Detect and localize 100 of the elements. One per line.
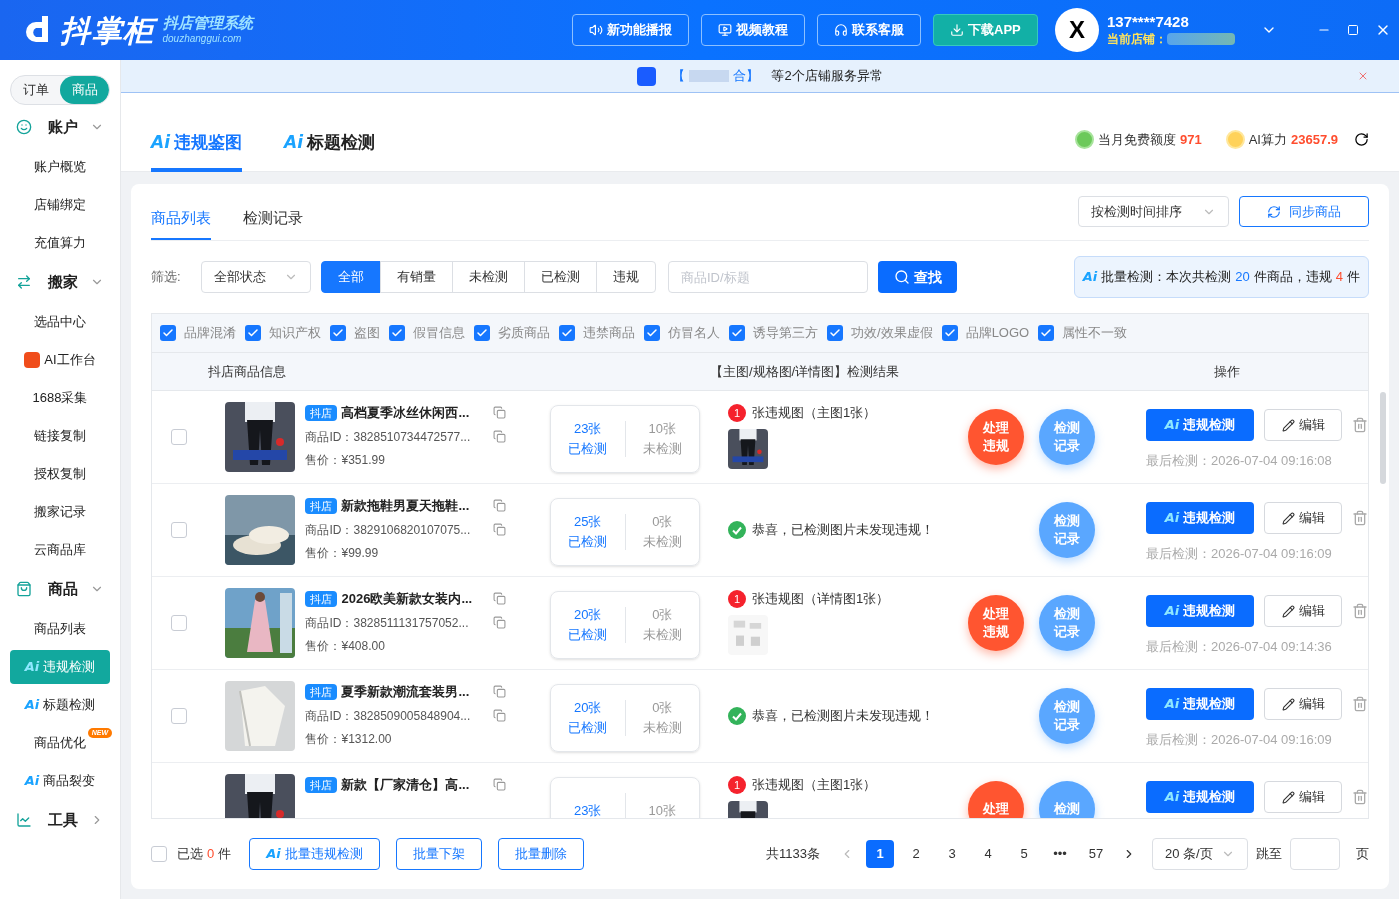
product-price: 售价：¥99.99 (305, 544, 380, 562)
checkbox[interactable] (1038, 325, 1055, 341)
edit-button[interactable]: 编辑 (1264, 781, 1342, 813)
checkbox[interactable] (827, 325, 843, 341)
checkbox[interactable] (729, 325, 745, 341)
copy-icon[interactable] (493, 616, 506, 629)
violation-check-button[interactable]: Ai 违规检测 (1146, 502, 1254, 534)
product-title[interactable]: 高档夏季冰丝休闲西... (341, 403, 470, 423)
sidebar-item[interactable]: AI工作台 (10, 343, 110, 377)
checkbox[interactable] (389, 325, 405, 341)
refresh-icon[interactable] (1354, 132, 1369, 148)
filter-segment[interactable]: 全部 (321, 261, 381, 293)
filter-segment[interactable]: 有销量 (380, 261, 453, 293)
search-button[interactable]: 查找 (878, 261, 957, 293)
product-title[interactable]: 夏季新款潮流套装男... (341, 682, 470, 702)
sidebar-item[interactable]: 充值算力 (10, 226, 110, 260)
page-button[interactable]: ••• (1046, 840, 1074, 868)
search-field[interactable]: 商品ID/标题 (668, 261, 868, 293)
page-button[interactable]: 3 (938, 840, 966, 868)
filter-segment[interactable]: 未检测 (452, 261, 525, 293)
notice-bracket[interactable]: 【 (672, 66, 686, 86)
page-button[interactable]: 1 (866, 840, 894, 868)
copy-icon[interactable] (493, 523, 506, 536)
sidebar-group[interactable]: 账户 (0, 108, 120, 146)
edit-button[interactable]: 编辑 (1264, 502, 1342, 534)
page-button[interactable]: 4 (974, 840, 1002, 868)
sidebar-group[interactable]: 商品 (0, 570, 120, 608)
sync-button[interactable]: 同步商品 (1239, 196, 1369, 227)
copy-icon[interactable] (493, 685, 506, 699)
checkbox[interactable] (559, 325, 575, 341)
sidebar-group[interactable]: 工具 (0, 801, 120, 839)
filter-segment[interactable]: 违规 (596, 261, 656, 293)
sidebar-item[interactable]: Ai 商品裂变 (10, 764, 110, 798)
page-button[interactable]: 5 (1010, 840, 1038, 868)
checkbox[interactable] (644, 325, 660, 341)
delete-icon[interactable] (1352, 417, 1368, 433)
checkbox[interactable] (170, 429, 187, 445)
copy-icon[interactable] (493, 709, 506, 722)
page-size-select[interactable]: 20 条/页 (1152, 838, 1248, 870)
checkbox[interactable] (245, 325, 261, 341)
delete-icon[interactable] (1352, 696, 1368, 712)
status-select[interactable]: 全部状态 (201, 261, 311, 293)
violation-check-button[interactable]: Ai 违规检测 (1146, 781, 1254, 813)
avatar[interactable]: X (1055, 8, 1099, 52)
sub-tab[interactable]: 检测记录 (243, 198, 303, 240)
edit-button[interactable]: 编辑 (1264, 409, 1342, 441)
copy-icon[interactable] (493, 499, 506, 513)
scrollbar[interactable] (1380, 392, 1386, 484)
product-title[interactable]: 新款【厂家清仓】高... (341, 775, 470, 795)
top-tab[interactable]: Ai 违规鉴图 (151, 118, 242, 172)
checkbox[interactable] (151, 846, 167, 862)
batch-button[interactable]: 批量删除 (497, 838, 584, 870)
sort-select[interactable]: 按检测时间排序 (1078, 196, 1229, 227)
edit-button[interactable]: 编辑 (1264, 595, 1342, 627)
page-jump-field[interactable] (1290, 838, 1340, 870)
sidebar-group[interactable]: 搬家 (0, 263, 120, 301)
header-button[interactable]: 视频教程 (701, 14, 805, 46)
checkbox[interactable] (330, 325, 346, 341)
checkbox[interactable] (170, 522, 187, 538)
header-button[interactable]: 联系客服 (817, 14, 921, 46)
filter-segment[interactable]: 已检测 (524, 261, 597, 293)
notice-shop-name[interactable]: 合】 (733, 66, 760, 86)
checkbox[interactable] (474, 325, 490, 341)
violation-check-button[interactable]: Ai 违规检测 (1146, 688, 1254, 720)
copy-icon[interactable] (493, 778, 506, 792)
violation-check-button[interactable]: Ai 违规检测 (1146, 409, 1254, 441)
top-tab[interactable]: Ai 标题检测 (284, 118, 375, 172)
close-icon[interactable] (1357, 70, 1369, 82)
sidebar-item[interactable]: 1688采集 (10, 381, 110, 415)
sidebar-item[interactable]: 商品列表 (10, 612, 110, 646)
sidebar-item[interactable]: 云商品库 (10, 533, 110, 567)
batch-button[interactable]: 批量下架 (395, 838, 482, 870)
delete-icon[interactable] (1352, 603, 1368, 619)
batch-button[interactable]: Ai 批量违规检测 (249, 838, 380, 870)
delete-icon[interactable] (1352, 789, 1368, 805)
checkbox[interactable] (941, 325, 958, 341)
page-button[interactable]: 57 (1082, 840, 1110, 868)
mode-tab[interactable]: 订单 (11, 76, 60, 104)
header-button[interactable]: 新功能播报 (572, 14, 689, 46)
sidebar-item[interactable]: 搬家记录 (10, 495, 110, 529)
product-title[interactable]: 2026欧美新款女装内... (341, 589, 473, 609)
copy-icon[interactable] (493, 430, 506, 443)
checkbox[interactable] (160, 325, 176, 341)
sidebar-item[interactable]: 店铺绑定 (10, 188, 110, 222)
checkbox[interactable] (170, 615, 187, 631)
edit-button[interactable]: 编辑 (1264, 688, 1342, 720)
delete-icon[interactable] (1352, 510, 1368, 526)
sidebar-item[interactable]: 链接复制 (10, 419, 110, 453)
sidebar-item[interactable]: 选品中心 (10, 305, 110, 339)
product-title[interactable]: 新款拖鞋男夏天拖鞋... (341, 496, 470, 516)
sidebar-item[interactable]: 授权复制 (10, 457, 110, 491)
sidebar-item[interactable]: Ai 标题检测 (10, 688, 110, 722)
sub-tab[interactable]: 商品列表 (151, 198, 211, 240)
violation-check-button[interactable]: Ai 违规检测 (1146, 595, 1254, 627)
copy-icon[interactable] (493, 406, 506, 420)
copy-icon[interactable] (493, 592, 506, 606)
sidebar-item[interactable]: 账户概览 (10, 150, 110, 184)
checkbox[interactable] (170, 708, 187, 724)
page-button[interactable]: 2 (902, 840, 930, 868)
maximize-icon[interactable] (1347, 24, 1359, 36)
